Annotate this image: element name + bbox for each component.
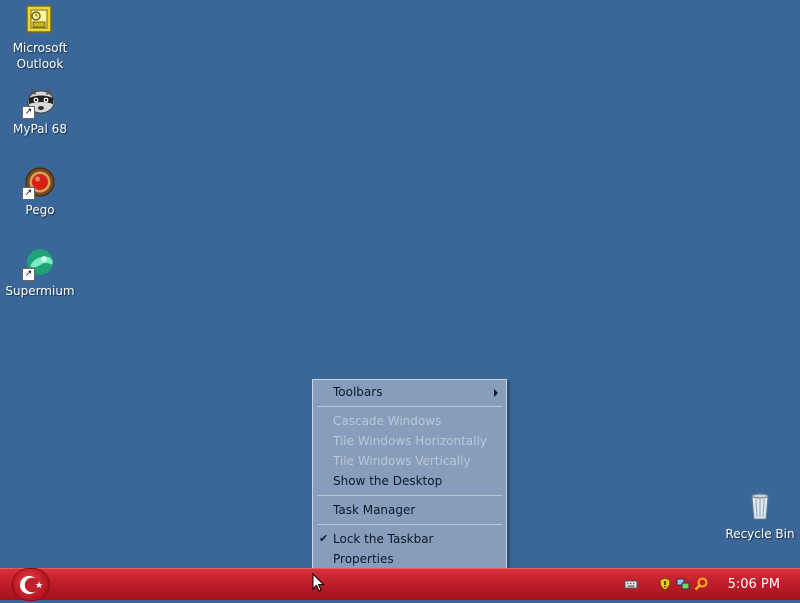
menu-item-tile-vertically: Tile Windows Vertically xyxy=(313,451,506,471)
menu-item-label: Properties xyxy=(333,552,394,566)
menu-item-label: Tile Windows Vertically xyxy=(333,454,471,468)
desktop[interactable]: Microsoft Outlook ↗ MyPal 68 ↗ Pego ↗ Su… xyxy=(0,0,800,571)
checkmark-icon: ✔ xyxy=(319,532,329,545)
desktop-icon-label: Supermium xyxy=(5,284,75,298)
menu-item-label: Cascade Windows xyxy=(333,414,442,428)
desktop-icon-label: MyPal 68 xyxy=(13,122,67,136)
recycle-bin-icon xyxy=(744,490,776,522)
menu-item-tile-horizontally: Tile Windows Horizontally xyxy=(313,431,506,451)
menu-item-label: Show the Desktop xyxy=(333,474,443,488)
crescent-star-icon xyxy=(20,576,43,594)
taskbar-context-menu: Toolbars Cascade Windows Tile Windows Ho… xyxy=(312,379,507,571)
mouse-cursor-icon xyxy=(312,573,325,592)
menu-item-lock-taskbar[interactable]: ✔ Lock the Taskbar xyxy=(313,529,506,549)
raccoon-icon: ↗ xyxy=(22,85,56,119)
shortcut-arrow-icon: ↗ xyxy=(22,187,35,200)
menu-item-properties[interactable]: Properties xyxy=(313,549,506,569)
start-button[interactable] xyxy=(12,568,50,601)
shortcut-arrow-icon: ↗ xyxy=(22,268,35,281)
menu-item-toolbars[interactable]: Toolbars xyxy=(313,382,506,402)
shortcut-arrow-icon: ↗ xyxy=(22,106,35,119)
desktop-icon-recycle-bin[interactable]: Recycle Bin xyxy=(720,490,800,542)
menu-separator xyxy=(317,406,502,407)
desktop-icon-label: Recycle Bin xyxy=(725,527,795,541)
menu-item-cascade-windows: Cascade Windows xyxy=(313,411,506,431)
menu-item-label: Task Manager xyxy=(333,503,416,517)
outlook-icon xyxy=(24,4,56,36)
menu-item-task-manager[interactable]: Task Manager xyxy=(313,500,506,520)
supermium-icon: ↗ xyxy=(22,247,56,281)
network-icon[interactable] xyxy=(676,577,690,591)
desktop-icon-outlook[interactable]: Microsoft Outlook xyxy=(0,4,80,72)
system-tray: 5:06 PM xyxy=(610,569,800,601)
desktop-icon-label: Pego xyxy=(25,203,55,217)
pego-icon: ↗ xyxy=(22,166,56,200)
desktop-icon-label: Microsoft xyxy=(12,41,68,55)
menu-item-label: Lock the Taskbar xyxy=(333,532,434,546)
menu-item-label: Toolbars xyxy=(333,385,383,399)
submenu-arrow-icon xyxy=(494,389,498,397)
menu-item-show-desktop[interactable]: Show the Desktop xyxy=(313,471,506,491)
search-icon[interactable] xyxy=(694,577,708,591)
security-shield-icon[interactable] xyxy=(658,577,672,591)
menu-separator xyxy=(317,495,502,496)
menu-separator xyxy=(317,524,502,525)
taskbar-clock[interactable]: 5:06 PM xyxy=(728,569,780,600)
desktop-icon-supermium[interactable]: ↗ Supermium xyxy=(0,247,80,299)
menu-item-label: Tile Windows Horizontally xyxy=(333,434,487,448)
keyboard-icon[interactable] xyxy=(624,577,638,591)
desktop-icon-label: Outlook xyxy=(16,57,64,71)
taskbar[interactable]: 5:06 PM xyxy=(0,568,800,601)
desktop-icon-pego[interactable]: ↗ Pego xyxy=(0,166,80,218)
desktop-icon-mypal[interactable]: ↗ MyPal 68 xyxy=(0,85,80,137)
